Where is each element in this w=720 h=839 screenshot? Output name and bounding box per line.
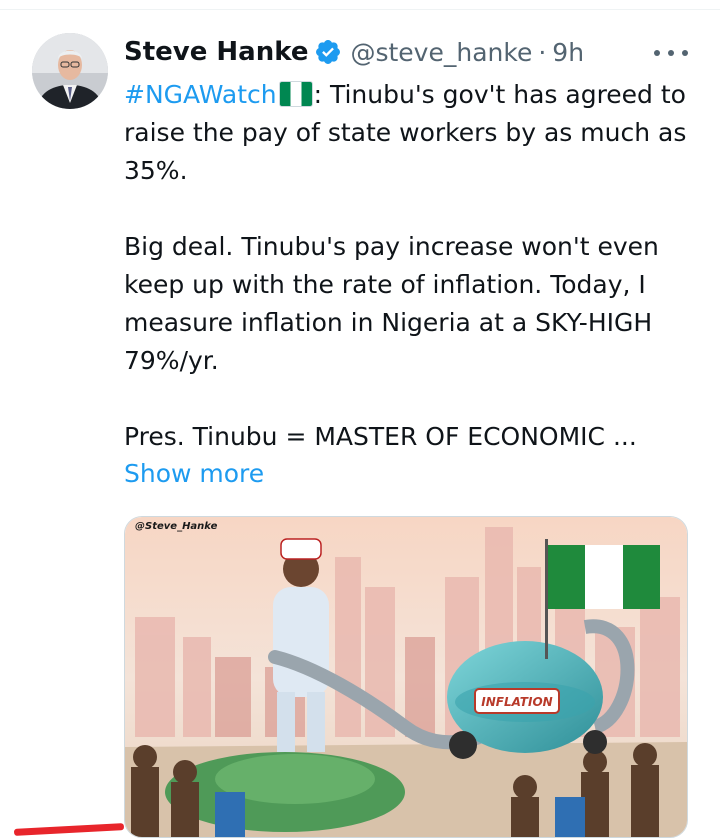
avatar[interactable]: [32, 33, 108, 109]
media-watermark: @Steve_Hanke: [135, 521, 218, 532]
paragraph-2: Big deal. Tinubu's pay increase won't ev…: [124, 232, 659, 375]
paragraph-1: #NGAWatch: Tinubu's gov't has agreed to …: [124, 76, 704, 190]
author-name[interactable]: Steve Hanke: [124, 37, 308, 67]
separator-dot: ·: [538, 37, 547, 67]
author-handle[interactable]: @steve_hanke: [350, 38, 532, 67]
profile-photo-icon: [32, 33, 108, 109]
red-annotation-stroke: [13, 823, 125, 836]
verified-badge-icon: [314, 38, 342, 66]
inflation-tank-label: INFLATION: [481, 695, 553, 709]
show-more-link[interactable]: Show more: [124, 455, 264, 493]
nigeria-flag-icon: [278, 81, 313, 107]
timestamp[interactable]: 9h: [552, 38, 584, 67]
tweet-header: Steve Hanke @steve_hanke · 9h: [124, 33, 584, 71]
cartoon-illustration: [125, 517, 687, 837]
tweet[interactable]: Steve Hanke @steve_hanke · 9h #NGAWatch:…: [0, 0, 720, 839]
tweet-media-image[interactable]: @Steve_Hanke INFLATION: [124, 516, 688, 838]
tweet-text: #NGAWatch: Tinubu's gov't has agreed to …: [124, 76, 704, 456]
hashtag-link[interactable]: #NGAWatch: [124, 80, 277, 109]
paragraph-3: Pres. Tinubu = MASTER OF ECONOMIC ...: [124, 422, 637, 451]
more-dots-icon[interactable]: [654, 40, 688, 66]
